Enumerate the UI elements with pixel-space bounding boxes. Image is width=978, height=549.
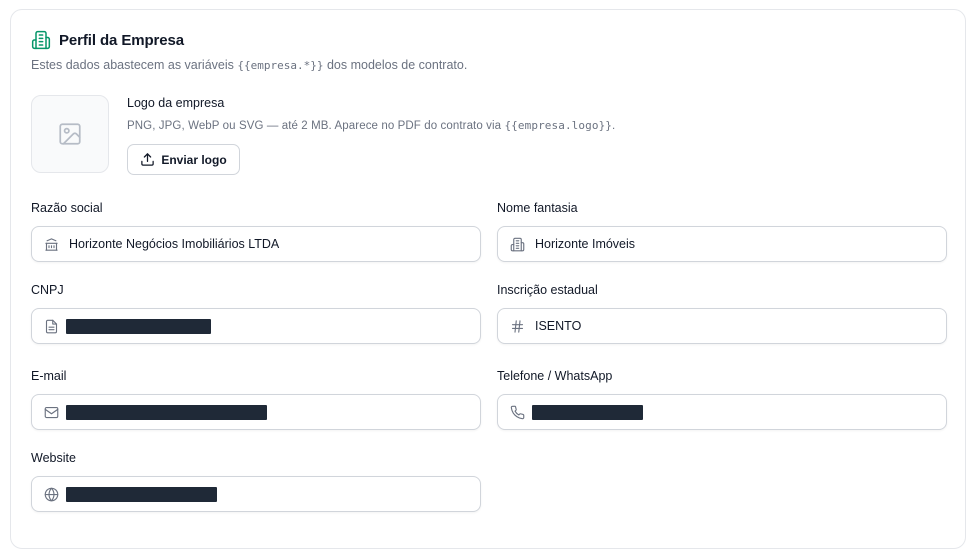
logo-hint: PNG, JPG, WebP ou SVG — até 2 MB. Aparec… <box>127 119 616 132</box>
inscricao-estadual-input[interactable]: ISENTO <box>497 308 947 344</box>
upload-logo-button[interactable]: Enviar logo <box>127 144 240 175</box>
redacted-value <box>66 404 267 420</box>
card-subtitle: Estes dados abastecem as variáveis {{emp… <box>31 58 468 72</box>
document-icon <box>44 319 59 334</box>
field-label: Inscrição estadual <box>497 283 598 297</box>
card-header: Perfil da Empresa <box>31 30 184 50</box>
company-profile-card: Perfil da Empresa Estes dados abastecem … <box>10 9 966 549</box>
image-placeholder-icon <box>57 121 83 147</box>
mail-icon <box>44 405 59 420</box>
nome-fantasia-input[interactable]: Horizonte Imóveis <box>497 226 947 262</box>
page-title: Perfil da Empresa <box>59 31 185 49</box>
upload-logo-label: Enviar logo <box>161 152 227 167</box>
field-label: Nome fantasia <box>497 201 578 215</box>
bank-icon <box>44 237 59 252</box>
field-label: CNPJ <box>31 283 64 297</box>
field-label: Telefone / WhatsApp <box>497 369 613 383</box>
inscricao-estadual-field: Inscrição estadual ISENTO <box>497 283 947 344</box>
field-label: Website <box>31 451 76 465</box>
field-label: E-mail <box>31 369 67 383</box>
building-icon <box>510 237 525 252</box>
phone-icon <box>510 405 525 420</box>
globe-icon <box>44 487 59 502</box>
website-field: Website <box>31 451 481 512</box>
template-variable: {{empresa.logo}} <box>504 119 613 132</box>
upload-icon <box>140 152 155 167</box>
website-input[interactable] <box>31 476 481 512</box>
building-icon <box>31 30 51 50</box>
redacted-value <box>66 486 217 502</box>
email-input[interactable] <box>31 394 481 430</box>
telefone-input[interactable] <box>497 394 947 430</box>
logo-title: Logo da empresa <box>127 96 225 110</box>
cnpj-field: CNPJ <box>31 283 481 344</box>
redacted-value <box>66 318 211 334</box>
field-label: Razão social <box>31 201 103 215</box>
razao-social-input[interactable]: Horizonte Negócios Imobiliários LTDA <box>31 226 481 262</box>
hash-icon <box>510 319 525 334</box>
telefone-field: Telefone / WhatsApp <box>497 369 947 430</box>
razao-social-field: Razão social Horizonte Negócios Imobiliá… <box>31 201 481 262</box>
logo-preview <box>31 95 109 173</box>
email-field: E-mail <box>31 369 481 430</box>
cnpj-input[interactable] <box>31 308 481 344</box>
nome-fantasia-field: Nome fantasia Horizonte Imóveis <box>497 201 947 262</box>
redacted-value <box>532 404 643 420</box>
template-variable: {{empresa.*}} <box>237 59 324 72</box>
